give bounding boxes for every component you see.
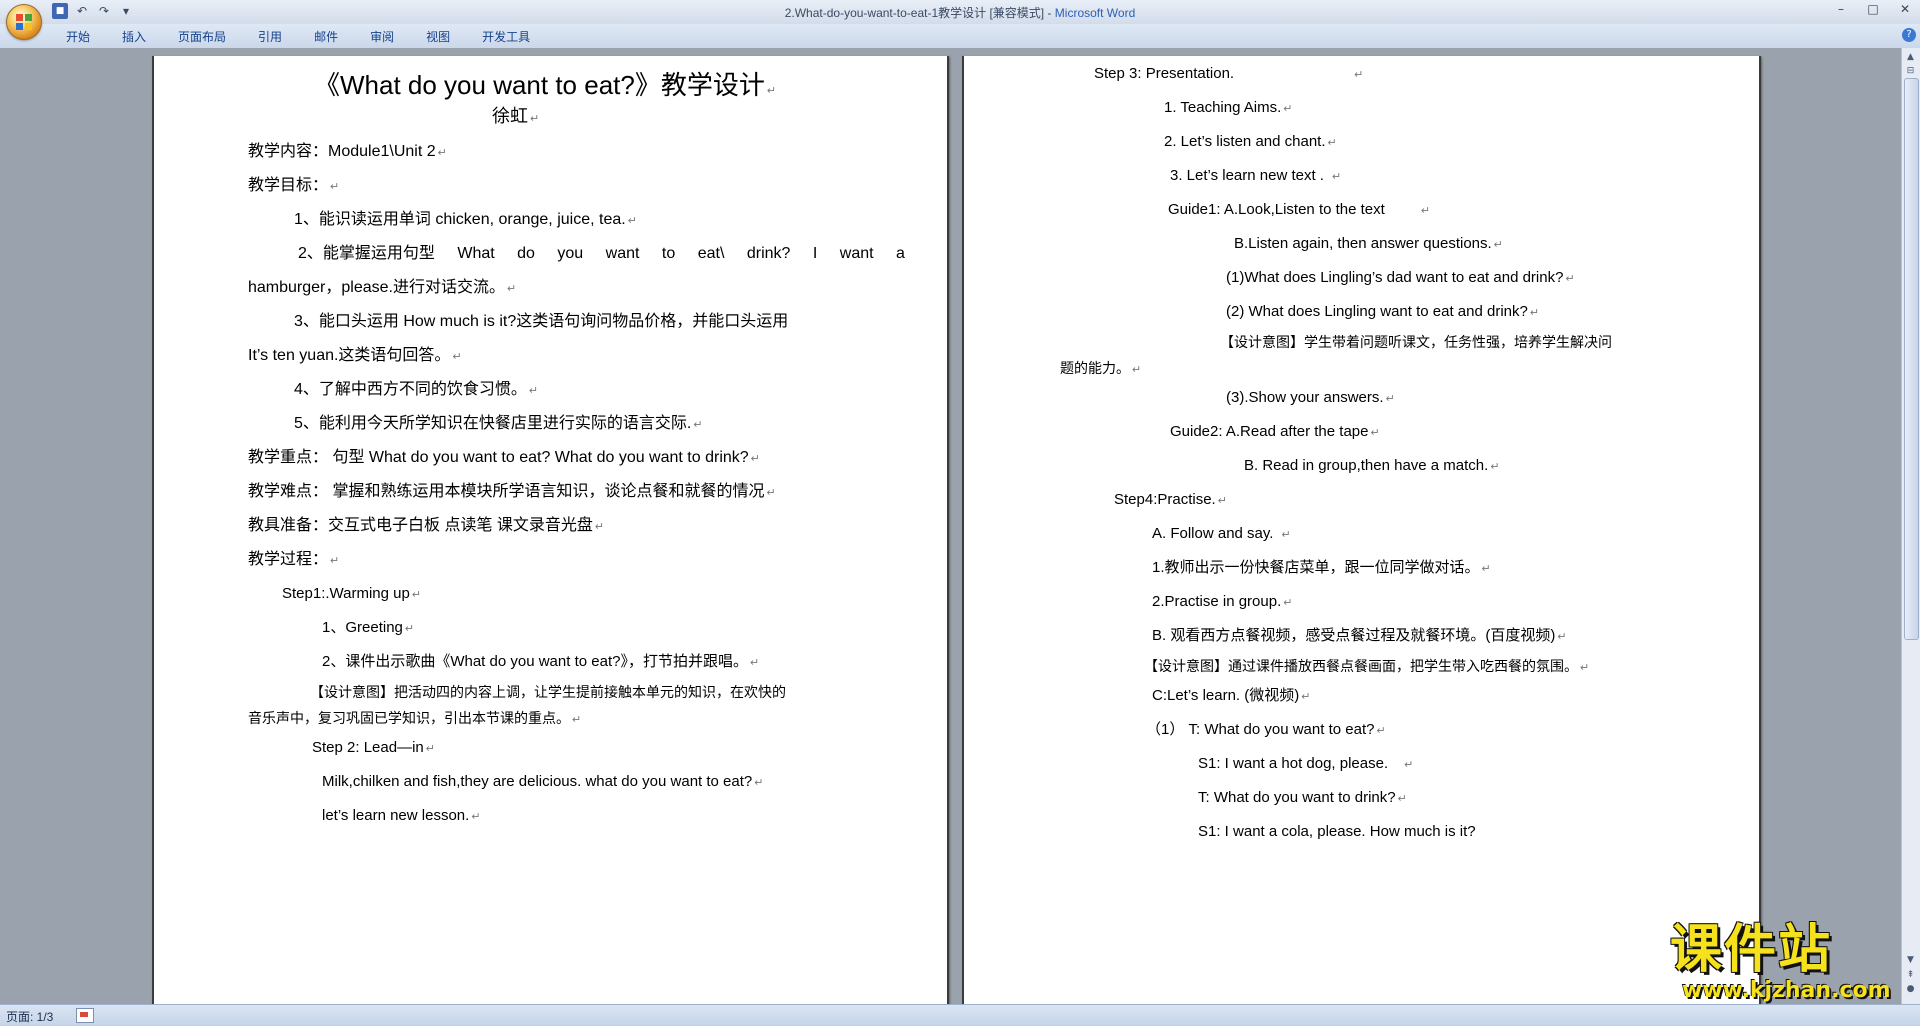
- doc-line: Step1:.Warming up ↵: [282, 585, 422, 602]
- doc-line: (2) What does Lingling want to eat and d…: [1226, 303, 1540, 320]
- doc-line: 教学过程： ↵: [248, 551, 340, 568]
- scroll-up-icon[interactable]: ▲: [1904, 50, 1917, 64]
- status-bar: 页面: 1/3: [0, 1004, 1920, 1026]
- window-controls: – □ ✕: [1834, 2, 1912, 16]
- doc-line: Step4:Practise. ↵: [1114, 491, 1227, 508]
- app-name: Microsoft Word: [1054, 6, 1136, 20]
- doc-line: Milk,chilken and fish,they are delicious…: [322, 773, 764, 790]
- minimize-icon[interactable]: –: [1834, 2, 1848, 16]
- doc-line: S1: I want a cola, please. How much is i…: [1198, 823, 1476, 840]
- doc-line: 教学难点： 掌握和熟练运用本模块所学语言知识，谈论点餐和就餐的情况 ↵: [248, 483, 776, 500]
- scroll-down-icon[interactable]: ▼: [1904, 953, 1917, 967]
- doc-line: B. 观看西方点餐视频，感受点餐过程及就餐环境。(百度视频) ↵: [1152, 627, 1567, 644]
- tab-insert[interactable]: 插入: [106, 29, 162, 45]
- close-icon[interactable]: ✕: [1898, 2, 1912, 16]
- watermark-logo: 课件站 www.kjzhan.com: [1670, 920, 1900, 1003]
- help-icon[interactable]: ?: [1902, 28, 1916, 42]
- page-indicator[interactable]: 页面: 1/3: [6, 1008, 53, 1025]
- doc-line: 教学目标： ↵: [248, 177, 340, 194]
- doc-line: S1: I want a hot dog, please. ↵: [1198, 755, 1414, 772]
- doc-line: 2.Practise in group. ↵: [1152, 593, 1293, 610]
- doc-line-justified: 2、能掌握运用句型 What do you want to eat\ drink? Iwant a: [298, 245, 905, 262]
- doc-line: 音乐声中，复习巩固已学知识，引出本节课的重点。 ↵: [248, 710, 582, 726]
- doc-line: 3. Let’s learn new text . ↵: [1170, 167, 1342, 184]
- doc-line: B. Read in group,then have a match. ↵: [1244, 457, 1500, 474]
- title-bar: ■ ↶ ↷ ▾ 2.What-do-you-want-to-eat-1教学设计 …: [0, 0, 1920, 40]
- doc-line: 教学内容：Module1\Unit 2 ↵: [248, 143, 447, 160]
- previous-page-icon[interactable]: ⇞: [1904, 968, 1917, 982]
- doc-line: 教学重点： 句型 What do you want to eat? What d…: [248, 449, 760, 466]
- vertical-scrollbar[interactable]: ▲ ⊟ ▼ ⇞ ●: [1901, 48, 1920, 1004]
- tab-mailings[interactable]: 邮件: [298, 29, 354, 45]
- office-button[interactable]: [6, 4, 42, 40]
- doc-line: 题的能力。 ↵: [1060, 360, 1142, 376]
- doc-line: Guide2: A.Read after the tape ↵: [1170, 423, 1380, 440]
- doc-line: T: What do you want to drink? ↵: [1198, 789, 1407, 806]
- office-logo-icon: [16, 14, 32, 30]
- tab-page-layout[interactable]: 页面布局: [162, 29, 242, 45]
- doc-line: 4、了解中西方不同的饮食习惯。 ↵: [294, 381, 539, 398]
- doc-line: C:Let’s learn. (微视频) ↵: [1152, 687, 1311, 704]
- tab-view[interactable]: 视图: [410, 29, 466, 45]
- doc-line: A. Follow and say. ↵: [1152, 525, 1291, 542]
- doc-line: Step 3: Presentation. ↵: [1094, 65, 1364, 82]
- tab-home[interactable]: 开始: [50, 29, 106, 45]
- doc-line: 【设计意图】学生带着问题听课文，任务性强，培养学生解决问: [1220, 334, 1612, 350]
- proofing-icon[interactable]: [76, 1008, 94, 1023]
- doc-line: (3).Show your answers. ↵: [1226, 389, 1395, 406]
- doc-line: （1） T: What do you want to eat? ↵: [1146, 721, 1386, 738]
- doc-line: Guide1: A.Look,Listen to the text ↵: [1168, 201, 1431, 218]
- author-name: 徐虹 ↵: [492, 106, 540, 126]
- document-title-heading: 《What do you want to eat?》教学设计 ↵: [314, 70, 777, 100]
- document-title: 2.What-do-you-want-to-eat-1教学设计 [兼容模式] -: [784, 6, 1055, 20]
- doc-line: 2、课件出示歌曲《What do you want to eat?》，打节拍并跟…: [322, 653, 760, 670]
- select-browse-object-icon[interactable]: ●: [1904, 982, 1917, 996]
- tab-review[interactable]: 审阅: [354, 29, 410, 45]
- doc-line: 5、能利用今天所学知识在快餐店里进行实际的语言交际. ↵: [294, 415, 703, 432]
- doc-line: 3、能口头运用 How much is it?这类语句询问物品价格，并能口头运用: [294, 313, 789, 330]
- doc-line: 【设计意图】通过课件播放西餐点餐画面，把学生带入吃西餐的氛围。 ↵: [1144, 658, 1590, 674]
- doc-line: 1.教师出示一份快餐店菜单，跟一位同学做对话。 ↵: [1152, 559, 1491, 576]
- tab-references[interactable]: 引用: [242, 29, 298, 45]
- doc-line: 1、能识读运用单词 chicken, orange, juice, tea. ↵: [294, 211, 637, 228]
- doc-line: Step 2: Lead—in ↵: [312, 739, 435, 756]
- document-page-2[interactable]: Step 3: Presentation. ↵ 1. Teaching Aims.…: [962, 56, 1761, 1004]
- doc-line: 1、Greeting ↵: [322, 619, 415, 636]
- maximize-icon[interactable]: □: [1866, 2, 1880, 16]
- doc-line: let’s learn new lesson. ↵: [322, 807, 481, 824]
- document-page-1[interactable]: 《What do you want to eat?》教学设计 ↵ 徐虹 ↵ 教学内容…: [152, 56, 949, 1004]
- watermark-text: 课件站: [1670, 920, 1833, 980]
- doc-line: 2. Let’s listen and chant. ↵: [1164, 133, 1337, 150]
- doc-line: (1)What does Lingling’s dad want to eat …: [1226, 269, 1575, 286]
- ruler-toggle-icon[interactable]: ⊟: [1904, 64, 1917, 78]
- doc-line: 教具准备：交互式电子白板 点读笔 课文录音光盘 ↵: [248, 517, 605, 534]
- document-area[interactable]: 《What do you want to eat?》教学设计 ↵ 徐虹 ↵ 教学内容…: [0, 48, 1902, 1004]
- doc-line: hamburger，please.进行对话交流。 ↵: [248, 279, 517, 296]
- tab-developer[interactable]: 开发工具: [466, 29, 546, 45]
- watermark-url: www.kjzhan.com: [1682, 978, 1891, 1003]
- ribbon-tabs: 开始 插入 页面布局 引用 邮件 审阅 视图 开发工具: [50, 29, 546, 45]
- scrollbar-thumb[interactable]: [1904, 78, 1919, 640]
- doc-line: It’s ten yuan.这类语句回答。 ↵: [248, 347, 462, 364]
- doc-line: 【设计意图】把活动四的内容上调，让学生提前接触本单元的知识，在欢快的: [310, 684, 786, 700]
- doc-line: 1. Teaching Aims. ↵: [1164, 99, 1293, 116]
- window-title: 2.What-do-you-want-to-eat-1教学设计 [兼容模式] -…: [0, 4, 1920, 21]
- ribbon: 开始 插入 页面布局 引用 邮件 审阅 视图 开发工具 ?: [0, 24, 1920, 49]
- doc-line: B.Listen again, then answer questions. ↵: [1234, 235, 1503, 252]
